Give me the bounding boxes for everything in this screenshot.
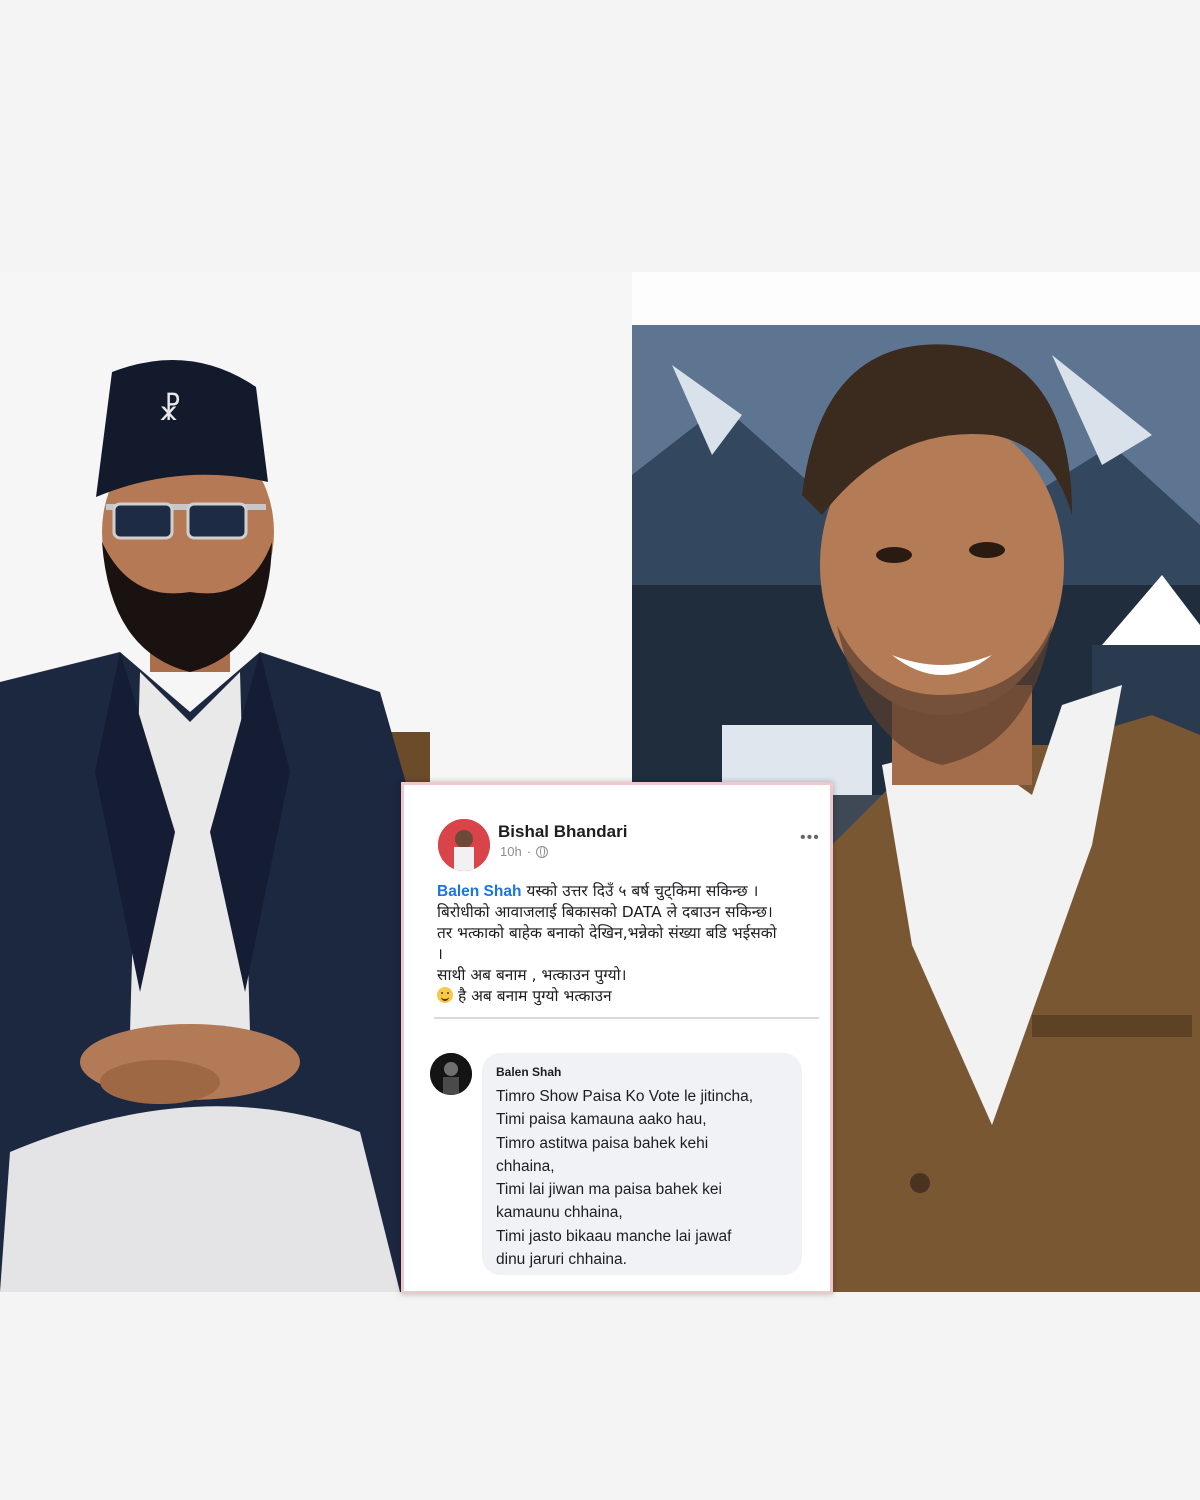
commenter-avatar[interactable] xyxy=(430,1053,472,1095)
comment-bubble: Balen Shah Timro Show Paisa Ko Vote le j… xyxy=(482,1053,802,1275)
comment-line: kamaunu chhaina, xyxy=(496,1204,623,1222)
comment-line: Timi jasto bikaau manche lai jawaf xyxy=(496,1227,732,1245)
top-background-band xyxy=(0,0,1200,272)
poster-avatar[interactable] xyxy=(438,819,490,871)
post-line-text: यस्को उत्तर दिउँ ५ बर्ष चुट्किमा सकिन्छ … xyxy=(526,882,759,900)
post-line: साथी अब बनाम , भत्काउन पुग्यो। xyxy=(437,966,627,984)
comment-line: Timi lai jiwan ma paisa bahek kei xyxy=(496,1181,722,1199)
more-horizontal-icon[interactable]: ••• xyxy=(800,829,820,847)
mention-link[interactable]: Balen Shah xyxy=(437,883,521,900)
post-time[interactable]: 10h xyxy=(500,844,522,859)
comment-line: dinu jaruri chhaina. xyxy=(496,1251,627,1269)
facebook-post-card: Bishal Bhandari 10h · ••• Balen Shah यस्… xyxy=(401,782,833,1294)
post-line: Balen Shah यस्को उत्तर दिउँ ५ बर्ष चुट्क… xyxy=(437,881,822,902)
post-line-text: है अब बनाम पुग्यो भत्काउन xyxy=(457,987,612,1005)
post-body: Balen Shah यस्को उत्तर दिउँ ५ बर्ष चुट्क… xyxy=(437,881,822,1007)
meta-separator: · xyxy=(526,844,532,859)
comment-line: Timro Show Paisa Ko Vote le jitincha, xyxy=(496,1088,754,1105)
comment-line: chhaina, xyxy=(496,1157,555,1175)
globe-icon xyxy=(536,845,549,858)
poster-name[interactable]: Bishal Bhandari xyxy=(498,822,627,842)
post-divider xyxy=(434,1017,819,1019)
post-line: तर भत्काको बाहेक बनाको देखिन,भन्नेको संख… xyxy=(437,924,777,942)
svg-text:☧: ☧ xyxy=(158,392,182,428)
bottom-background-band xyxy=(0,1292,1200,1500)
comment-text: Timro Show Paisa Ko Vote le jitincha, Ti… xyxy=(496,1085,796,1271)
post-line: है अब बनाम पुग्यो भत्काउन xyxy=(437,986,822,1007)
commenter-name[interactable]: Balen Shah xyxy=(496,1065,561,1079)
comment-line: Timi paisa kamauna aako hau, xyxy=(496,1111,707,1129)
post-line: बिरोधीको आवाजलाई बिकासको DATA ले दबाउन स… xyxy=(437,903,773,921)
smiling-face-icon xyxy=(437,987,453,1003)
post-line: । xyxy=(437,945,443,963)
post-meta: 10h · xyxy=(500,844,549,859)
comment-line: Timro astitwa paisa bahek kehi xyxy=(496,1134,709,1152)
